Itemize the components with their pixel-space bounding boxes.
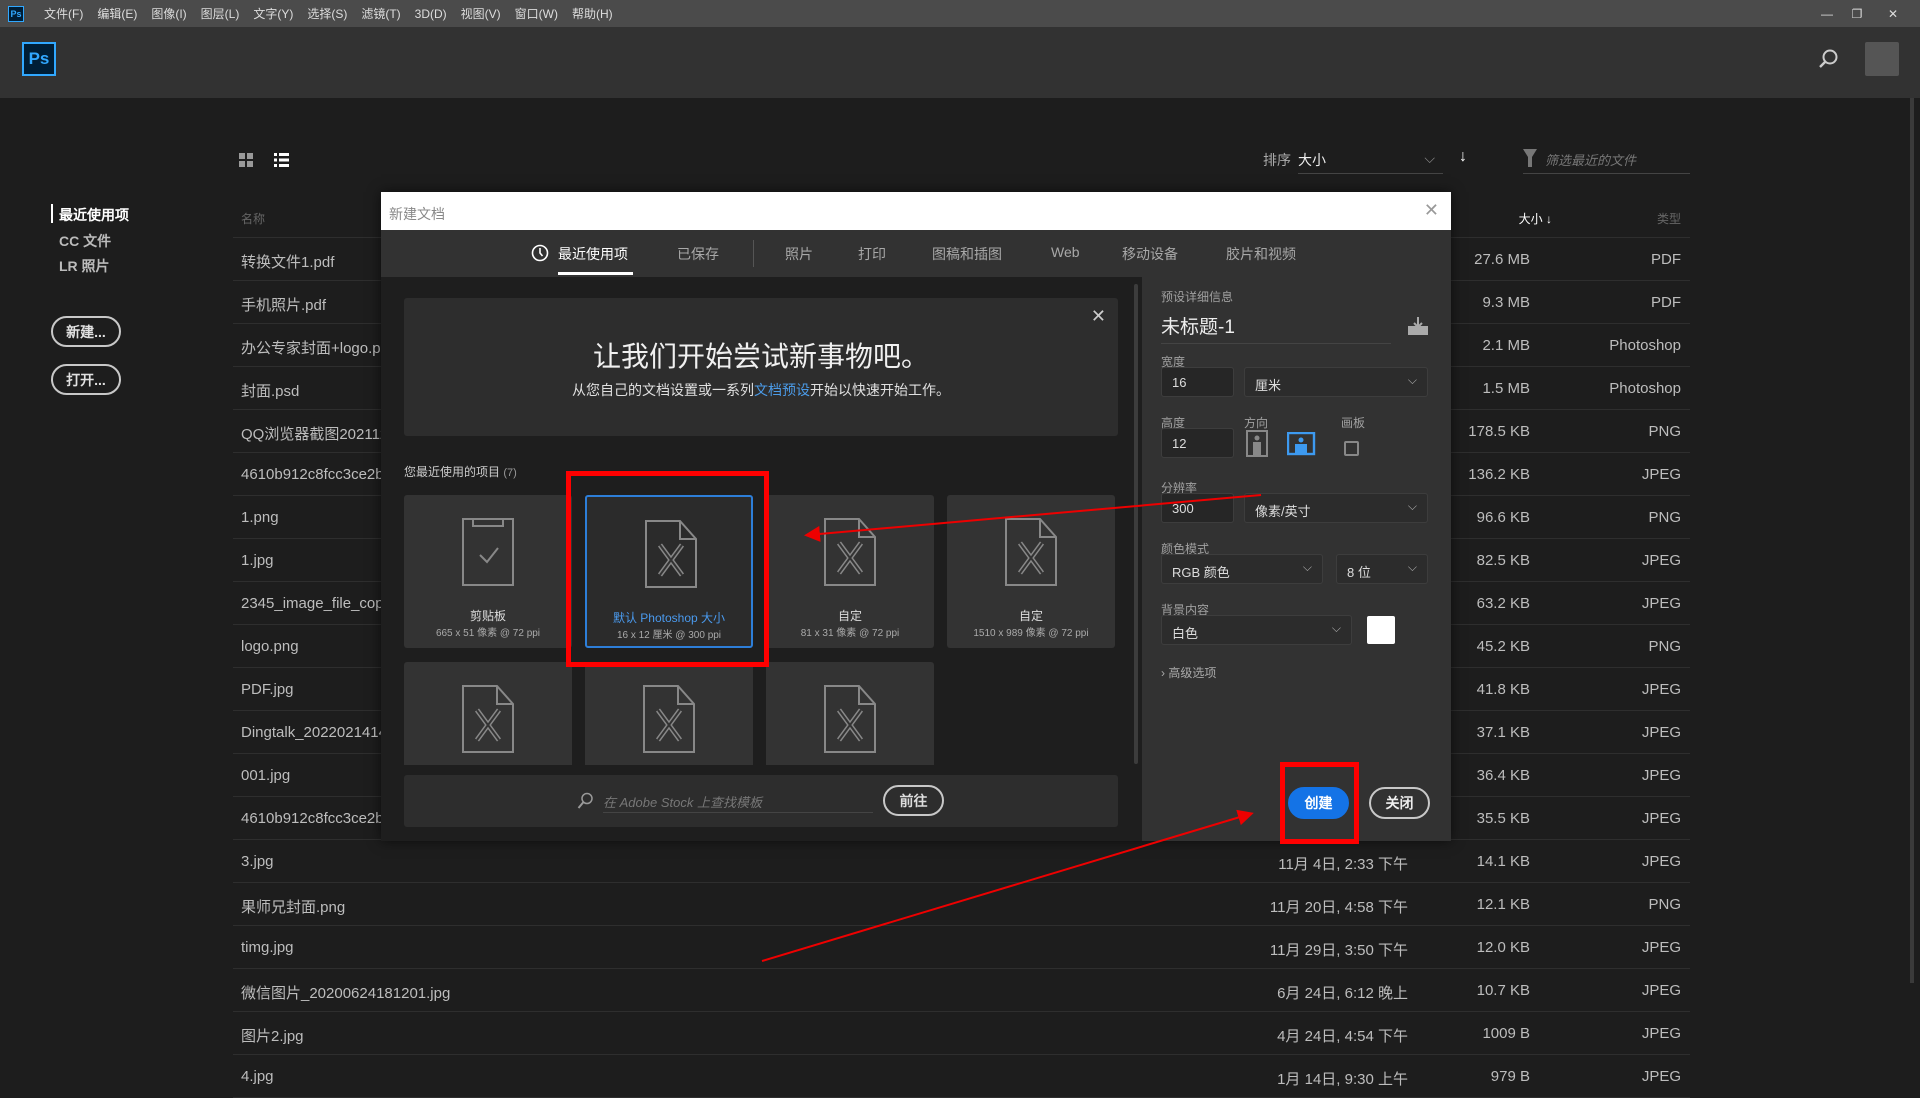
arrow-to-create xyxy=(761,809,1254,962)
annotation-arrows xyxy=(761,494,1262,962)
arrow-to-preset xyxy=(804,494,1262,542)
